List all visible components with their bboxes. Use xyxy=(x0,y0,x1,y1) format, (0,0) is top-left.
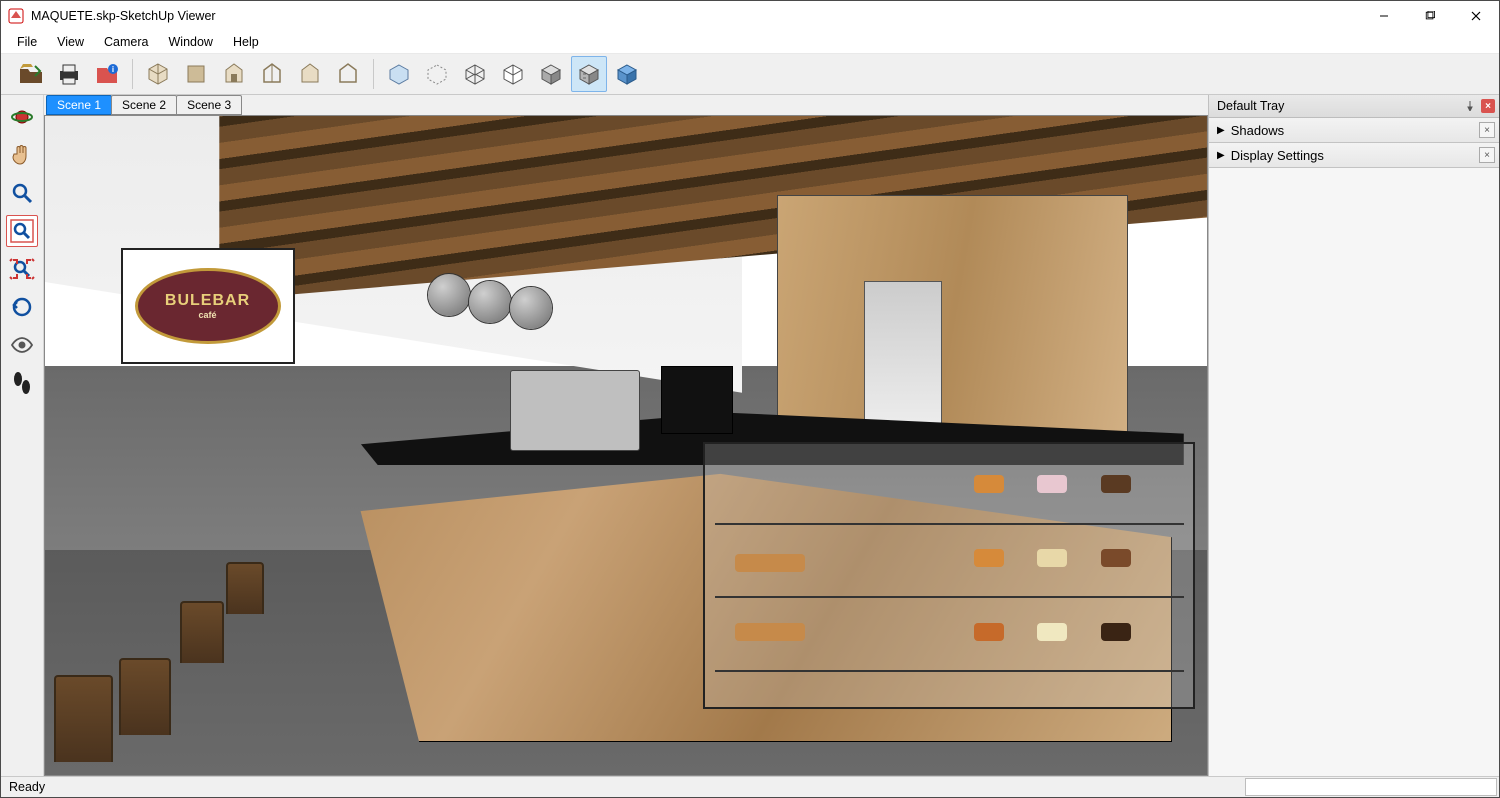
tray-section-display-settings[interactable]: ▶ Display Settings × xyxy=(1209,143,1499,168)
sign-text-sub: café xyxy=(199,310,217,320)
style-backedges-button[interactable] xyxy=(419,56,455,92)
scene-seating-area xyxy=(45,432,277,762)
scene-pendant-lamp xyxy=(469,281,511,323)
style-monochrome-button[interactable] xyxy=(609,56,645,92)
zoom-tool[interactable] xyxy=(6,177,38,209)
window-title-appname: SketchUp Viewer xyxy=(120,9,216,23)
pan-tool[interactable] xyxy=(6,139,38,171)
scene-display-case xyxy=(703,442,1195,710)
previous-view-tool[interactable] xyxy=(6,291,38,323)
model-info-button[interactable]: i xyxy=(89,56,125,92)
model-viewport[interactable]: BULEBAR café xyxy=(44,115,1208,776)
scene-tab-2[interactable]: Scene 2 xyxy=(111,95,177,115)
view-back-button[interactable] xyxy=(292,56,328,92)
tray-section-shadows[interactable]: ▶ Shadows × xyxy=(1209,118,1499,143)
minimize-button[interactable] xyxy=(1361,1,1407,31)
collapse-arrow-icon: ▶ xyxy=(1217,150,1225,161)
style-xray-button[interactable] xyxy=(381,56,417,92)
status-measurement-box xyxy=(1245,778,1497,796)
titlebar: MAQUETE.skp - SketchUp Viewer xyxy=(1,1,1499,31)
zoom-extents-tool[interactable] xyxy=(6,253,38,285)
tray-section-label: Shadows xyxy=(1231,123,1284,138)
scene-espresso-machine xyxy=(510,370,640,451)
default-tray: Default Tray × ▶ Shadows × ▶ Display Set… xyxy=(1208,95,1499,776)
scene-tabs: Scene 1 Scene 2 Scene 3 xyxy=(44,95,1208,115)
style-shaded-textures-button[interactable] xyxy=(571,56,607,92)
menubar: File View Camera Window Help xyxy=(1,31,1499,54)
orbit-tool[interactable] xyxy=(6,101,38,133)
view-top-button[interactable] xyxy=(178,56,214,92)
menu-file[interactable]: File xyxy=(9,33,45,51)
style-hiddenline-button[interactable] xyxy=(495,56,531,92)
sketchup-app-icon xyxy=(7,7,25,25)
menu-view[interactable]: View xyxy=(49,33,92,51)
statusbar: Ready xyxy=(1,776,1499,797)
menu-help[interactable]: Help xyxy=(225,33,267,51)
close-button[interactable] xyxy=(1453,1,1499,31)
svg-text:i: i xyxy=(112,65,114,74)
look-around-tool[interactable] xyxy=(6,329,38,361)
scene-pos-monitor xyxy=(661,366,733,434)
tray-title: Default Tray xyxy=(1217,99,1284,113)
open-file-button[interactable] xyxy=(13,56,49,92)
scene-fridge xyxy=(864,281,942,435)
scene-back-cabinets xyxy=(777,195,1128,447)
app-window: MAQUETE.skp - SketchUp Viewer File View … xyxy=(0,0,1500,798)
left-toolbar xyxy=(1,95,44,776)
tray-close-icon[interactable]: × xyxy=(1481,99,1495,113)
section-close-icon[interactable]: × xyxy=(1479,147,1495,163)
view-right-button[interactable] xyxy=(254,56,290,92)
menu-window[interactable]: Window xyxy=(161,33,221,51)
collapse-arrow-icon: ▶ xyxy=(1217,125,1225,136)
print-button[interactable] xyxy=(51,56,87,92)
style-wireframe-button[interactable] xyxy=(457,56,493,92)
status-text: Ready xyxy=(9,780,45,794)
scene-wall-sign: BULEBAR café xyxy=(121,248,295,364)
view-left-button[interactable] xyxy=(330,56,366,92)
scene-pendant-lamp xyxy=(510,287,552,329)
tray-pin-icon[interactable] xyxy=(1463,99,1477,113)
zoom-window-tool[interactable] xyxy=(6,215,38,247)
maximize-button[interactable] xyxy=(1407,1,1453,31)
section-close-icon[interactable]: × xyxy=(1479,122,1495,138)
tray-section-label: Display Settings xyxy=(1231,148,1324,163)
style-shaded-button[interactable] xyxy=(533,56,569,92)
tray-header[interactable]: Default Tray × xyxy=(1209,95,1499,118)
scene-tab-3[interactable]: Scene 3 xyxy=(176,95,242,115)
view-iso-button[interactable] xyxy=(140,56,176,92)
window-title-filename: MAQUETE.skp xyxy=(31,9,116,23)
walk-tool[interactable] xyxy=(6,367,38,399)
view-front-button[interactable] xyxy=(216,56,252,92)
sign-text-main: BULEBAR xyxy=(165,292,250,310)
menu-camera[interactable]: Camera xyxy=(96,33,156,51)
scene-tab-1[interactable]: Scene 1 xyxy=(46,95,112,115)
top-toolbar: i xyxy=(1,54,1499,95)
